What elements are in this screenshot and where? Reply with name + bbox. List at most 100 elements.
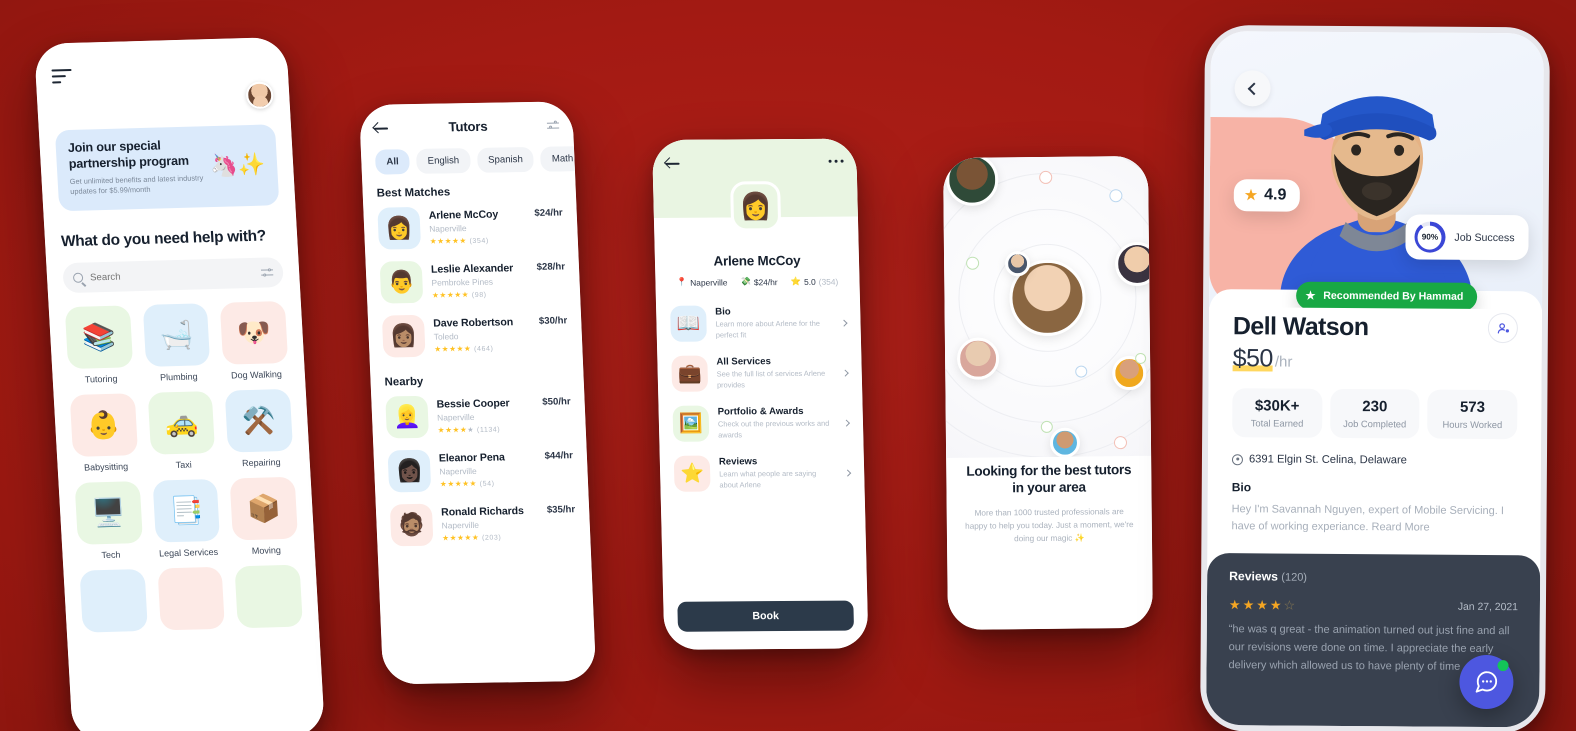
search-bar[interactable] (62, 257, 284, 294)
chip-math[interactable]: Math (540, 146, 575, 172)
pro-profile-screen: ★ 4.9 90% Job Success ★ Recommended By H… (1206, 31, 1544, 728)
category-label: Tutoring (84, 373, 118, 385)
tutor-name: Leslie Alexander (430, 262, 514, 276)
hamburger-icon[interactable] (51, 68, 74, 88)
tutor-row[interactable]: 👩 Arlene McCoy Naperville ★★★★★ (354) $2… (363, 198, 578, 256)
worker-photo (1279, 96, 1472, 310)
tutor-price: $35/hr (546, 504, 576, 516)
tutor-name: Bessie Cooper (436, 397, 510, 411)
sliders-icon[interactable] (260, 267, 274, 278)
row-subtitle: Learn more about Arlene for the perfect … (715, 318, 820, 340)
chevron-right-icon (841, 369, 849, 377)
avatar: 🧔🏽 (389, 503, 434, 547)
profile-row-bio[interactable]: 📖 Bio Learn more about Arlene for the pe… (670, 298, 848, 349)
arrow-left-icon[interactable] (665, 156, 680, 171)
chip-spanish[interactable]: Spanish (476, 146, 535, 173)
package-icon: 📦 (229, 476, 299, 541)
searching-paragraph: More than 1000 trusted professionals are… (965, 507, 1134, 544)
pro-name-row: Dell Watson (1233, 311, 1518, 344)
rating-stars: ★★★★★ (54) (439, 478, 495, 489)
stat-label: Job Completed (1343, 417, 1407, 430)
chip-english[interactable]: English (416, 148, 471, 174)
tutor-location: Naperville (441, 519, 480, 531)
profile-row-all-services[interactable]: 💼 All Services See the full list of serv… (671, 348, 849, 399)
search-icon (72, 272, 84, 284)
tutor-row[interactable]: 👩🏽 Dave Robertson Toledo ★★★★★ (464) $30… (368, 306, 583, 364)
chat-fab-button[interactable] (1459, 654, 1514, 710)
category-label: Tech (101, 549, 121, 561)
add-user-button[interactable] (1487, 312, 1518, 344)
avatar[interactable] (956, 337, 1000, 380)
avatar: 👩🏿 (387, 449, 432, 493)
dog-icon: 🐶 (220, 301, 289, 365)
category-item-partial[interactable] (157, 566, 226, 631)
category-grid: 📚 Tutoring 🛁 Plumbing 🐶 Dog Walking 👶 Ba… (64, 301, 303, 633)
row-title: Reviews (718, 455, 758, 468)
category-item[interactable]: 🛁 Plumbing (142, 303, 211, 383)
avatar: 👩 (377, 206, 422, 250)
profile-row-portfolio[interactable]: 🖼️ Portfolio & Awards Check out the prev… (672, 398, 850, 449)
chevron-right-icon (842, 419, 850, 427)
arrow-left-icon[interactable] (374, 120, 390, 135)
rating-stars: ★★★★★ (98) (431, 290, 487, 300)
bio-text[interactable]: Hey I'm Savannah Nguyen, expert of Mobil… (1231, 501, 1516, 537)
tutor-name: Dave Robertson (432, 316, 514, 330)
avatar[interactable] (245, 81, 274, 110)
phone-pro-profile: ★ 4.9 90% Job Success ★ Recommended By H… (1200, 25, 1550, 731)
stat-label: Hours Worked (1442, 418, 1503, 431)
avatar[interactable] (1049, 427, 1081, 458)
category-item[interactable]: 👶 Babysitting (69, 393, 139, 473)
row-subtitle: Learn what people are saying about Arlen… (719, 468, 817, 489)
page-title: Tutors (448, 118, 488, 135)
stat-total-earned: $30K+ Total Earned (1232, 388, 1323, 438)
profile-row-reviews[interactable]: ⭐ Reviews Learn what people are saying a… (673, 448, 852, 499)
row-title: All Services (716, 355, 771, 368)
tutor-row[interactable]: 👩🏿 Eleanor Pena Naperville ★★★★★ (54) $4… (373, 441, 588, 499)
promo-banner[interactable]: Join our special partnership program Get… (54, 124, 280, 212)
category-item[interactable]: 📑 Legal Services (152, 479, 221, 559)
documents-icon: 📑 (152, 479, 221, 543)
searching-copy: Looking for the best tutors in your area… (946, 456, 1152, 546)
tutor-row[interactable]: 👨 Leslie Alexander Pembroke Pines ★★★★★ … (365, 252, 580, 310)
tutor-row[interactable]: 🧔🏽 Ronald Richards Naperville ★★★★★ (203… (375, 495, 590, 553)
chevron-right-icon (840, 319, 848, 327)
search-input[interactable] (89, 267, 255, 284)
more-dots-icon[interactable] (828, 159, 844, 163)
category-label: Dog Walking (230, 369, 283, 381)
category-item-partial[interactable] (234, 564, 303, 629)
avatar[interactable] (1004, 251, 1031, 277)
bathtub-icon: 🛁 (142, 303, 211, 368)
star-icon: ⭐ (673, 455, 711, 492)
chip-all[interactable]: All (374, 149, 411, 175)
briefcase-icon: 💼 (671, 355, 709, 392)
stats-row: $30K+ Total Earned 230 Job Completed 573… (1232, 388, 1518, 440)
rating-stars: ★★★★★ (203) (442, 532, 502, 543)
category-item-partial[interactable] (79, 569, 148, 633)
category-item[interactable]: 🐶 Dog Walking (220, 301, 289, 381)
tutor-price: $28/hr (536, 261, 566, 273)
category-item[interactable]: 📦 Moving (229, 476, 299, 557)
promo-text: Join our special partnership program Get… (67, 137, 207, 198)
row-subtitle: Check out the previous works and awards (717, 418, 830, 439)
book-button[interactable]: Book (677, 600, 855, 632)
searching-heading: Looking for the best tutors in your area (966, 462, 1132, 496)
category-label: Taxi (175, 459, 193, 471)
tutor-location: Naperville (429, 223, 467, 234)
phone-searching-screen: Looking for the best tutors in your area… (943, 155, 1153, 630)
back-button[interactable] (1234, 70, 1271, 107)
tutor-row[interactable]: 👱‍♀️ Bessie Cooper Naperville ★★★★★ (113… (371, 387, 586, 445)
sliders-icon[interactable] (546, 120, 560, 130)
chat-bubble-icon (1475, 671, 1498, 693)
rate-unit: /hr (1274, 353, 1293, 371)
rating-badge: ★ 4.9 (1233, 179, 1300, 212)
category-label: Moving (251, 545, 282, 557)
category-item[interactable]: ⚒️ Repairing (224, 389, 294, 469)
phone-home-screen: Join our special partnership program Get… (34, 36, 326, 731)
category-item[interactable]: 🚕 Taxi (147, 391, 216, 471)
chevron-left-icon (1247, 81, 1261, 95)
category-item[interactable]: 📚 Tutoring (64, 305, 134, 386)
page-title: What do you need help with? (60, 227, 267, 251)
category-item[interactable]: 🖥️ Tech (74, 481, 144, 561)
home-header (51, 63, 274, 114)
job-success-percent: 90% (1417, 224, 1443, 250)
